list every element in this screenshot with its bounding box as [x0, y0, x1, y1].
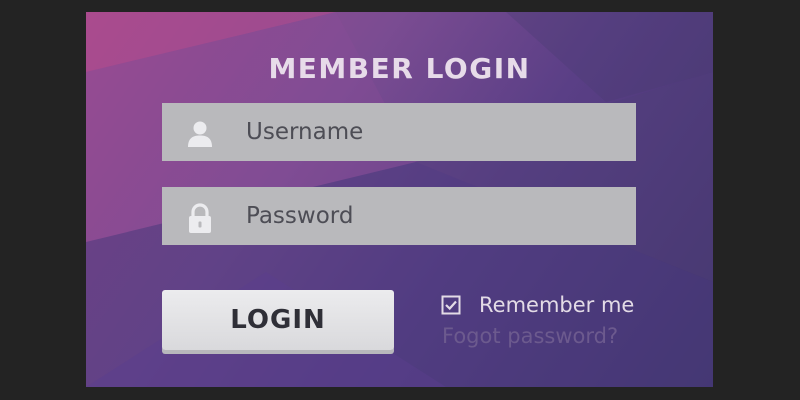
login-panel: MEMBER LOGIN LOGIN Remember me F: [86, 12, 713, 387]
username-input[interactable]: [246, 103, 626, 161]
forgot-password-link[interactable]: Fogot password?: [442, 324, 618, 348]
password-input[interactable]: [246, 187, 626, 245]
password-field[interactable]: [162, 187, 636, 245]
lock-icon: [189, 203, 211, 233]
login-button[interactable]: LOGIN: [162, 290, 394, 350]
user-icon: [188, 121, 212, 147]
page: MEMBER LOGIN LOGIN Remember me F: [0, 0, 800, 400]
username-field[interactable]: [162, 103, 636, 161]
remember-me-label: Remember me: [479, 293, 635, 317]
remember-me-checkbox[interactable]: Remember me: [441, 291, 634, 319]
page-title: MEMBER LOGIN: [268, 52, 531, 85]
checkbox-checked-icon[interactable]: [441, 295, 461, 315]
